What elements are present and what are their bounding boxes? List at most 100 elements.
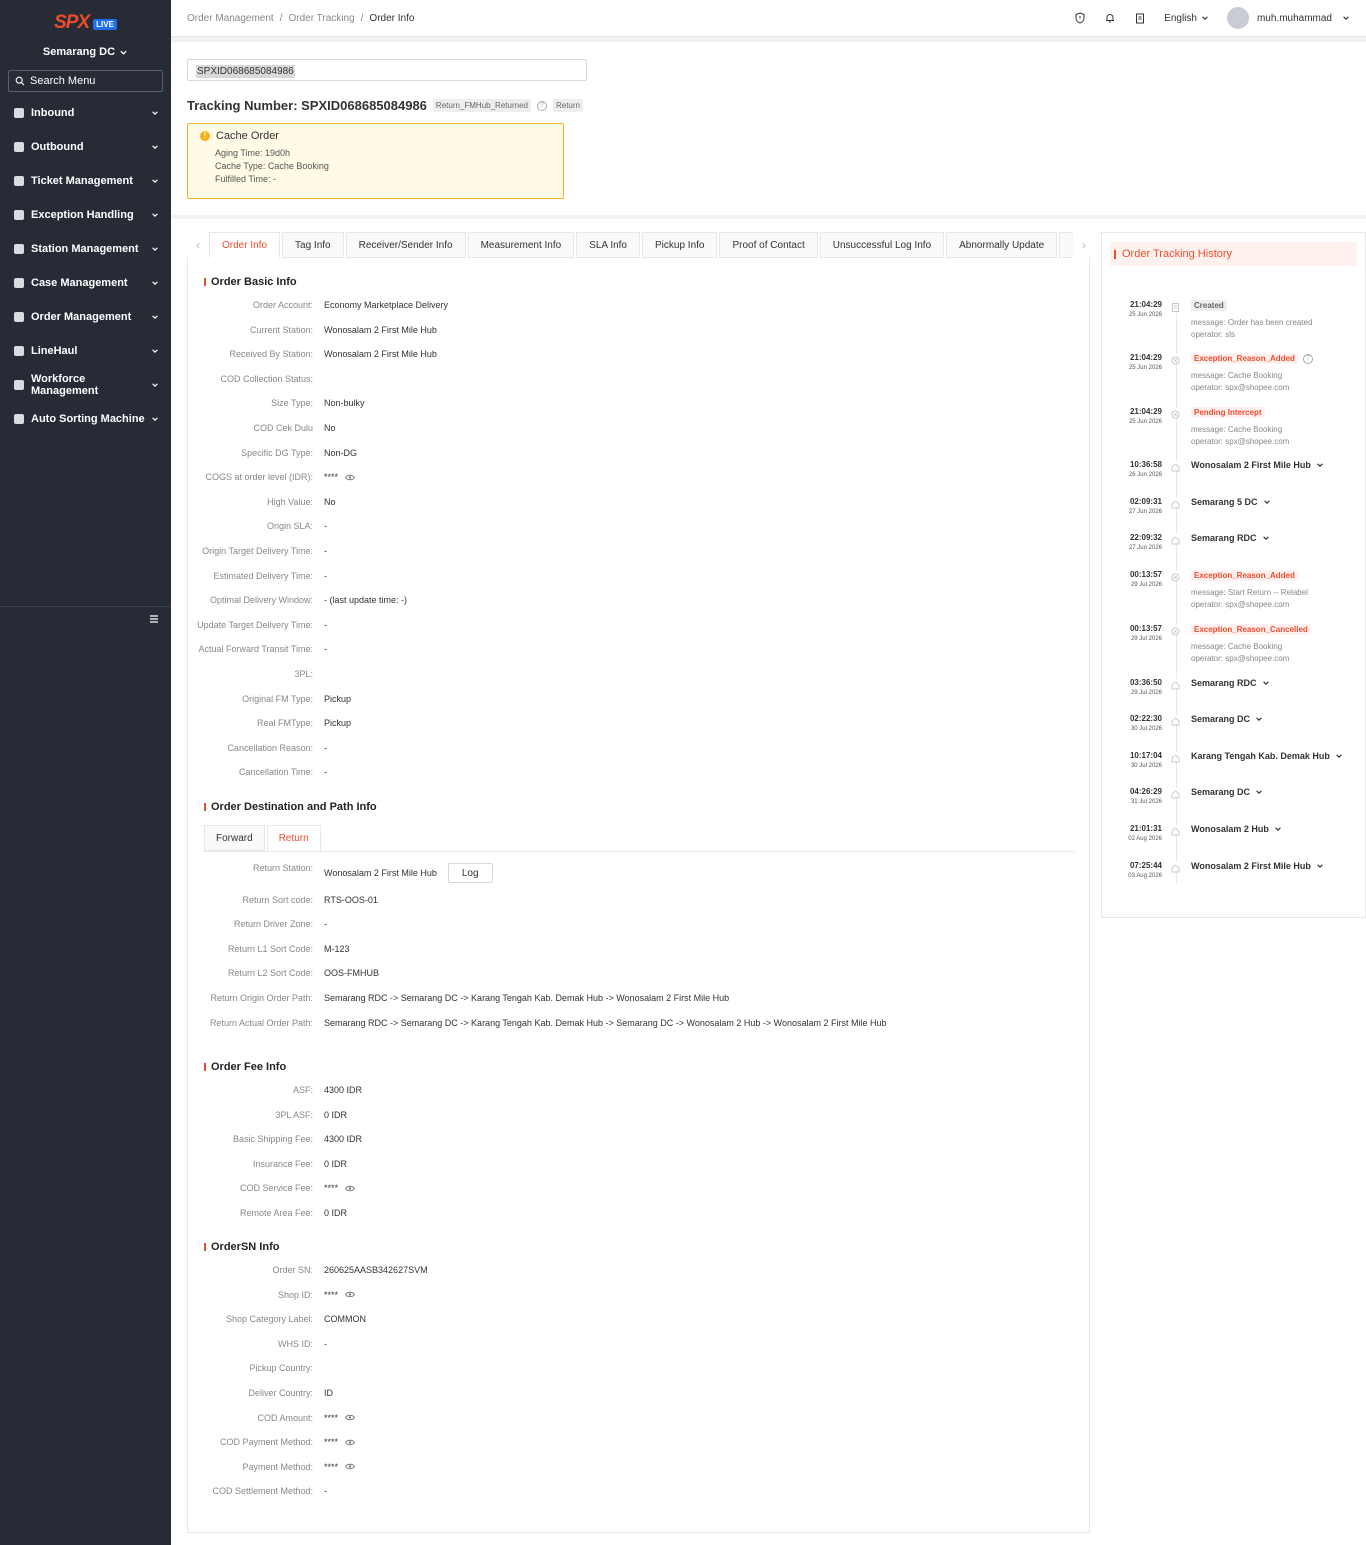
- info-row: Basic Shipping Fee: 4300 IDR: [188, 1134, 1078, 1144]
- operator-text: operator: sls: [1191, 330, 1236, 339]
- event-station[interactable]: Semarang DC: [1191, 787, 1263, 797]
- event-station[interactable]: Semarang RDC: [1191, 678, 1270, 688]
- sidebar-item-ticket-management[interactable]: Ticket Management: [0, 164, 171, 198]
- field-value: ****: [324, 1290, 356, 1300]
- shield-icon[interactable]: [1074, 12, 1086, 24]
- event-station[interactable]: Karang Tengah Kab. Demak Hub: [1191, 751, 1343, 761]
- sidebar-item-workforce-management[interactable]: Workforce Management: [0, 368, 171, 402]
- subtab-return[interactable]: Return: [266, 825, 321, 851]
- info-row: 3PL ASF: 0 IDR: [188, 1110, 1078, 1120]
- message-text: message: Cache Booking: [1191, 371, 1283, 380]
- field-value: -: [324, 620, 327, 630]
- event-body: Semarang DC: [1191, 787, 1263, 797]
- tab-unsuccessful-log-info[interactable]: Unsuccessful Log Info: [819, 232, 945, 258]
- tracking-number-input[interactable]: SPXID068685084986: [187, 59, 587, 81]
- clipboard-icon[interactable]: [1134, 12, 1146, 24]
- eye-icon[interactable]: [345, 1414, 356, 1421]
- tab-receiver-sender-info[interactable]: Receiver/Sender Info: [345, 232, 466, 258]
- tabs-scroll-left[interactable]: ‹: [187, 232, 209, 258]
- field-value: -: [324, 919, 327, 929]
- event-time: 07:25:44: [1129, 861, 1162, 870]
- event-dot: [1171, 679, 1180, 690]
- sidebar-item-outbound[interactable]: Outbound: [0, 130, 171, 164]
- sidebar-item-order-management[interactable]: Order Management: [0, 300, 171, 334]
- breadcrumb-order-management[interactable]: Order Management: [187, 13, 274, 24]
- info-row: Order Account: Economy Marketplace Delive…: [188, 300, 1078, 310]
- eye-icon[interactable]: [345, 1291, 356, 1298]
- bell-icon[interactable]: [1104, 12, 1116, 24]
- event-status: Exception_Reason_Cancelled: [1191, 624, 1311, 635]
- exception-icon: [1171, 410, 1180, 419]
- chevron-down-icon: [152, 247, 158, 252]
- spx-logo[interactable]: SPX LIVE: [0, 0, 171, 42]
- user-menu[interactable]: muh.muhammad: [1226, 7, 1350, 29]
- event-date: 29 Jul 2026: [1130, 582, 1162, 588]
- station-icon: [1171, 754, 1180, 763]
- station-name: Wonosalam 2 First Mile Hub: [1191, 861, 1311, 871]
- value-text: -: [324, 1338, 327, 1349]
- tab-order-info[interactable]: Order Info: [209, 232, 281, 258]
- sidebar-item-exception-handling[interactable]: Exception Handling: [0, 198, 171, 232]
- event-station[interactable]: Semarang 5 DC: [1191, 497, 1271, 507]
- event-date: 26 Jun 2026: [1128, 472, 1162, 478]
- event-body: Wonosalam 2 First Mile Hub: [1191, 460, 1324, 470]
- chevron-down-icon: [120, 50, 127, 55]
- station-name: Wonosalam 2 Hub: [1191, 824, 1269, 834]
- eye-icon[interactable]: [345, 1185, 356, 1192]
- chevron-down-icon: [152, 179, 158, 184]
- section-order-fee: Order Fee Info: [204, 1061, 286, 1073]
- language-selector[interactable]: English: [1164, 13, 1209, 24]
- sidebar-item-label: Case Management: [31, 277, 128, 289]
- station-name: Semarang RDC: [1191, 678, 1257, 688]
- username: muh.muhammad: [1256, 12, 1332, 24]
- breadcrumb-order-tracking[interactable]: Order Tracking: [289, 13, 355, 24]
- subtab-forward[interactable]: Forward: [204, 825, 265, 851]
- event-date: 02 Aug 2026: [1128, 836, 1162, 842]
- eye-icon[interactable]: [345, 1439, 356, 1446]
- value-text: - (last update time: -): [324, 595, 408, 606]
- tab-abnormally-update[interactable]: Abnormally Update: [946, 232, 1058, 258]
- event-time: 21:01:31: [1129, 824, 1162, 833]
- station-selector[interactable]: Semarang DC: [0, 42, 171, 62]
- tab-proof-of-contact[interactable]: Proof of Contact: [719, 232, 818, 258]
- tab-pickup-info[interactable]: Pickup Info: [642, 232, 718, 258]
- event-station[interactable]: Semarang RDC: [1191, 533, 1270, 543]
- history-header: Order Tracking History: [1110, 242, 1357, 266]
- info-tabs: ‹ Order Info Tag Info Receiver/Sender Info…: [187, 231, 1095, 258]
- sidebar-item-auto-sorting-machine[interactable]: Auto Sorting Machine: [0, 402, 171, 436]
- info-row: ASF: 4300 IDR: [188, 1085, 1078, 1095]
- event-date: 30 Jul 2026: [1130, 763, 1162, 769]
- search-menu-input[interactable]: Search Menu: [8, 70, 163, 92]
- help-icon[interactable]: ?: [1302, 353, 1313, 364]
- event-station[interactable]: Wonosalam 2 Hub: [1191, 824, 1282, 834]
- event-station[interactable]: Semarang DC: [1191, 714, 1263, 724]
- sidebar-item-label: Inbound: [31, 107, 75, 119]
- menu-collapse-icon[interactable]: [149, 614, 159, 624]
- field-label: Payment Method:: [242, 1461, 313, 1472]
- field-value: Wonosalam 2 First Mile Hub: [324, 349, 437, 359]
- tabs-scroll-right[interactable]: ›: [1073, 232, 1095, 258]
- sidebar-item-case-management[interactable]: Case Management: [0, 266, 171, 300]
- eye-icon[interactable]: [345, 1463, 356, 1470]
- field-value: Non-bulky: [324, 398, 365, 408]
- field-label: Size Type:: [271, 398, 313, 409]
- tab-sla-info[interactable]: SLA Info: [576, 232, 640, 258]
- field-value: -: [324, 1486, 327, 1496]
- log-button[interactable]: Log: [447, 863, 493, 883]
- event-date: 29 Jul 2026: [1130, 636, 1162, 642]
- info-row: Return L2 Sort Code: OOS-FMHUB: [188, 968, 1078, 978]
- eye-icon[interactable]: [345, 474, 356, 481]
- tab-measurement-info[interactable]: Measurement Info: [467, 232, 575, 258]
- sidebar-item-inbound[interactable]: Inbound: [0, 96, 171, 130]
- event-time: 03:36:50: [1129, 678, 1162, 687]
- sidebar-item-station-management[interactable]: Station Management: [0, 232, 171, 266]
- event-station[interactable]: Wonosalam 2 First Mile Hub: [1191, 861, 1324, 871]
- tab-tag-info[interactable]: Tag Info: [282, 232, 344, 258]
- event-station[interactable]: Wonosalam 2 First Mile Hub: [1191, 460, 1324, 470]
- destination-subtabs: Forward Return: [204, 825, 1074, 852]
- tab-proof-of-re[interactable]: Proof of Re: [1059, 232, 1073, 258]
- sidebar-item-linehaul[interactable]: LineHaul: [0, 334, 171, 368]
- info-row: Current Station: Wonosalam 2 First Mile H…: [188, 325, 1078, 335]
- help-icon[interactable]: ?: [536, 100, 547, 111]
- history-title: Order Tracking History: [1122, 248, 1233, 260]
